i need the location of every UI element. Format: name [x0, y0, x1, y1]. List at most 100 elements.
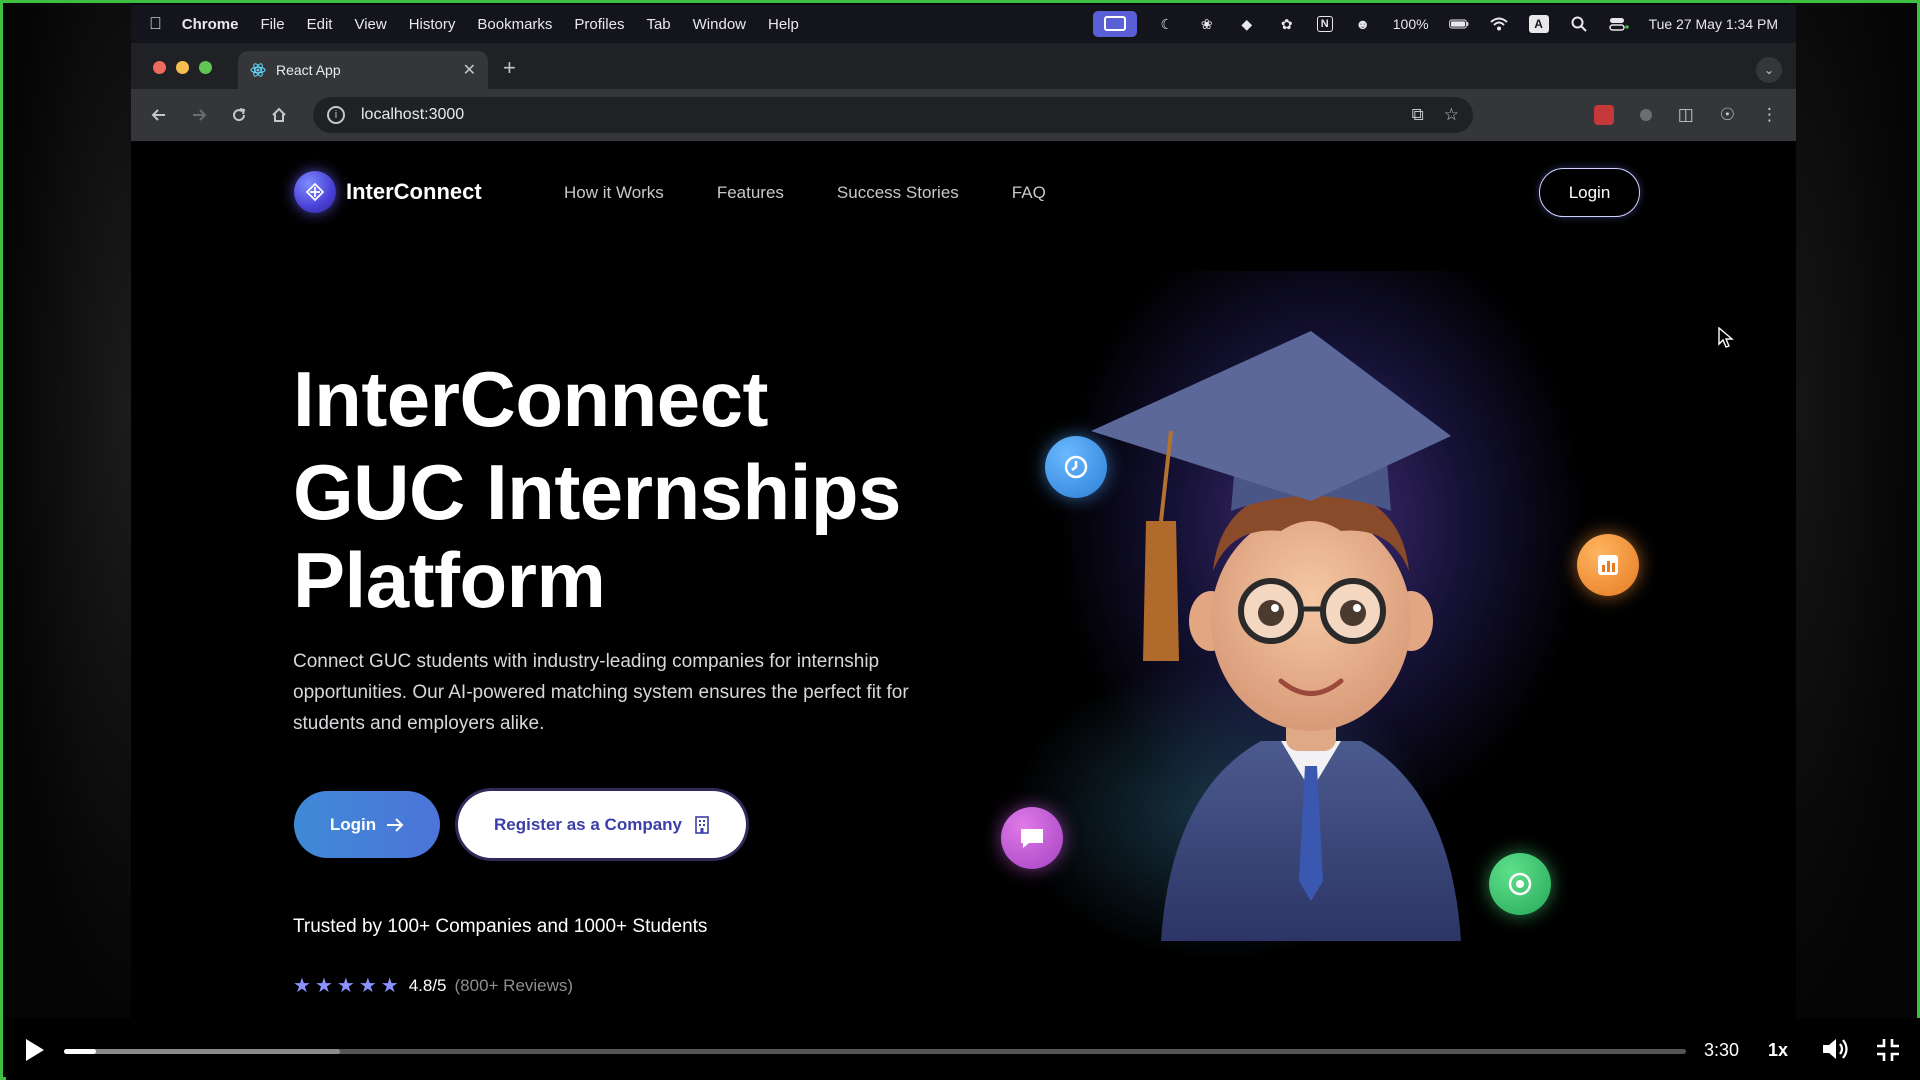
recorded-screen:  Chrome File Edit View History Bookmark… [131, 5, 1796, 1018]
player-side-left [3, 3, 131, 1018]
hero-login-label: Login [329, 814, 377, 834]
profile-avatar-icon[interactable]: ☉ [1720, 105, 1735, 125]
forward-button[interactable] [183, 99, 215, 131]
play-icon[interactable] [24, 1038, 46, 1062]
clock-icon [1045, 436, 1107, 498]
bookmark-star-icon[interactable]: ☆ [1444, 105, 1459, 125]
nav-how-it-works[interactable]: How it Works [564, 183, 664, 203]
video-player:  Chrome File Edit View History Bookmark… [0, 0, 1920, 1080]
site-info-icon[interactable]: i [327, 106, 345, 124]
spotlight-search-icon[interactable] [1569, 14, 1589, 34]
rating-reviews: (800+ Reviews) [454, 975, 574, 995]
control-center-icon[interactable] [1608, 14, 1629, 34]
brand-name: InterConnect [346, 179, 482, 204]
rating-value: 4.8/5 [408, 975, 447, 995]
nav-faq[interactable]: FAQ [1012, 183, 1046, 203]
rating: ★ ★ ★ ★ ★ 4.8/5 (800+ Reviews) [293, 973, 573, 998]
nav-success-stories[interactable]: Success Stories [837, 183, 959, 203]
home-button[interactable] [263, 99, 295, 131]
brand-logo-icon [294, 171, 336, 213]
window-controls [153, 61, 212, 74]
menu-help[interactable]: Help [768, 16, 799, 33]
player-controls: 3:30 1x [6, 1018, 1920, 1080]
menu-view[interactable]: View [354, 16, 386, 33]
volume-icon[interactable] [1821, 1036, 1849, 1062]
graduate-illustration [1091, 331, 1461, 941]
tab-title: React App [276, 62, 341, 78]
chrome-menu-icon[interactable]: ⋮ [1761, 105, 1778, 125]
face-icon[interactable]: ☻ [1353, 14, 1373, 34]
mouse-cursor-icon [1718, 327, 1734, 348]
target-icon [1489, 853, 1551, 915]
building-icon [695, 815, 709, 834]
diamond-icon[interactable]: ◆ [1237, 14, 1257, 34]
nav-links: How it Works Features Success Stories FA… [564, 183, 1046, 203]
star-icon: ★ [380, 975, 399, 997]
menu-history[interactable]: History [409, 16, 456, 33]
menu-bookmarks[interactable]: Bookmarks [477, 16, 552, 33]
wifi-icon[interactable] [1489, 14, 1509, 34]
arrow-right-icon [387, 817, 404, 832]
seek-bar-played [64, 1049, 97, 1054]
minimize-window-button[interactable] [176, 61, 189, 74]
new-tab-button[interactable]: + [503, 55, 516, 81]
input-source-icon[interactable]: A [1528, 15, 1549, 33]
browser-tab[interactable]: React App ✕ [238, 51, 488, 89]
tab-search-icon[interactable]: ⌄ [1756, 57, 1782, 83]
url-text: localhost:3000 [361, 106, 465, 123]
address-bar[interactable]: i localhost:3000 ⧉ ☆ [313, 97, 1473, 133]
star-icon: ★ [358, 975, 377, 997]
menu-tab[interactable]: Tab [646, 16, 670, 33]
zoom-window-button[interactable] [199, 61, 212, 74]
moon-icon[interactable]: ☾ [1157, 14, 1177, 34]
extensions-area: ◫ ☉ ⋮ [1593, 105, 1784, 125]
back-button[interactable] [143, 99, 175, 131]
trusted-by-text: Trusted by 100+ Companies and 1000+ Stud… [293, 916, 708, 937]
battery-percent: 100% [1392, 16, 1429, 32]
menubar-clock[interactable]: Tue 27 May 1:34 PM [1649, 16, 1778, 32]
macos-menubar:  Chrome File Edit View History Bookmark… [131, 5, 1796, 43]
hero-title: InterConnect GUC Internships Platform [293, 351, 901, 623]
extension-red-icon[interactable] [1593, 105, 1614, 125]
menu-profiles[interactable]: Profiles [574, 16, 624, 33]
hero-title-line-2: GUC Internships [293, 448, 901, 536]
apple-icon[interactable]:  [149, 14, 162, 34]
menubar-tray: ☾ ❀ ◆ ✿ N ☻ 100% A Tue 27 May 1:34 PM [1092, 11, 1778, 37]
exit-fullscreen-icon[interactable] [1876, 1038, 1900, 1062]
nav-features[interactable]: Features [717, 183, 784, 203]
swirl-icon[interactable]: ❀ [1197, 14, 1217, 34]
menu-file[interactable]: File [260, 16, 284, 33]
battery-icon[interactable] [1448, 14, 1469, 34]
player-side-right [1789, 3, 1917, 1018]
star-icon: ★ [293, 975, 311, 997]
extensions-puzzle-icon[interactable]: ◫ [1678, 105, 1694, 125]
omnibox-actions: ⧉ ☆ [1412, 105, 1459, 125]
menu-window[interactable]: Window [693, 16, 746, 33]
hero-login-button[interactable]: Login [294, 791, 440, 858]
menu-edit[interactable]: Edit [307, 16, 333, 33]
chart-icon [1577, 534, 1639, 596]
nav-login-button[interactable]: Login [1539, 168, 1640, 217]
chat-icon [1001, 807, 1063, 869]
seek-bar-buffered [64, 1049, 340, 1054]
chrome-tab-strip: React App ✕ + ⌄ [131, 43, 1796, 89]
cast-icon[interactable]: ⧉ [1412, 105, 1424, 125]
brand[interactable]: InterConnect [294, 171, 482, 213]
tab-close-icon[interactable]: ✕ [463, 60, 476, 80]
register-company-button[interactable]: Register as a Company [458, 791, 746, 858]
seek-bar[interactable] [64, 1049, 1686, 1054]
hero-title-line-1: InterConnect [293, 355, 769, 443]
close-window-button[interactable] [153, 61, 166, 74]
screen-record-icon[interactable] [1092, 11, 1137, 37]
react-favicon-icon [250, 62, 266, 78]
chrome-toolbar: i localhost:3000 ⧉ ☆ ◫ ☉ ⋮ [131, 89, 1796, 141]
reload-button[interactable] [223, 99, 255, 131]
video-time: 3:30 [1704, 1040, 1740, 1060]
openai-icon[interactable]: ✿ [1277, 14, 1297, 34]
extension-grey-icon[interactable] [1639, 109, 1652, 121]
playback-speed-button[interactable]: 1x [1768, 1040, 1788, 1061]
menu-app-name[interactable]: Chrome [182, 16, 239, 33]
hero-title-line-3: Platform [293, 536, 606, 624]
notion-icon[interactable]: N [1316, 16, 1333, 32]
site-navbar: InterConnect How it Works Features Succe… [131, 141, 1796, 229]
